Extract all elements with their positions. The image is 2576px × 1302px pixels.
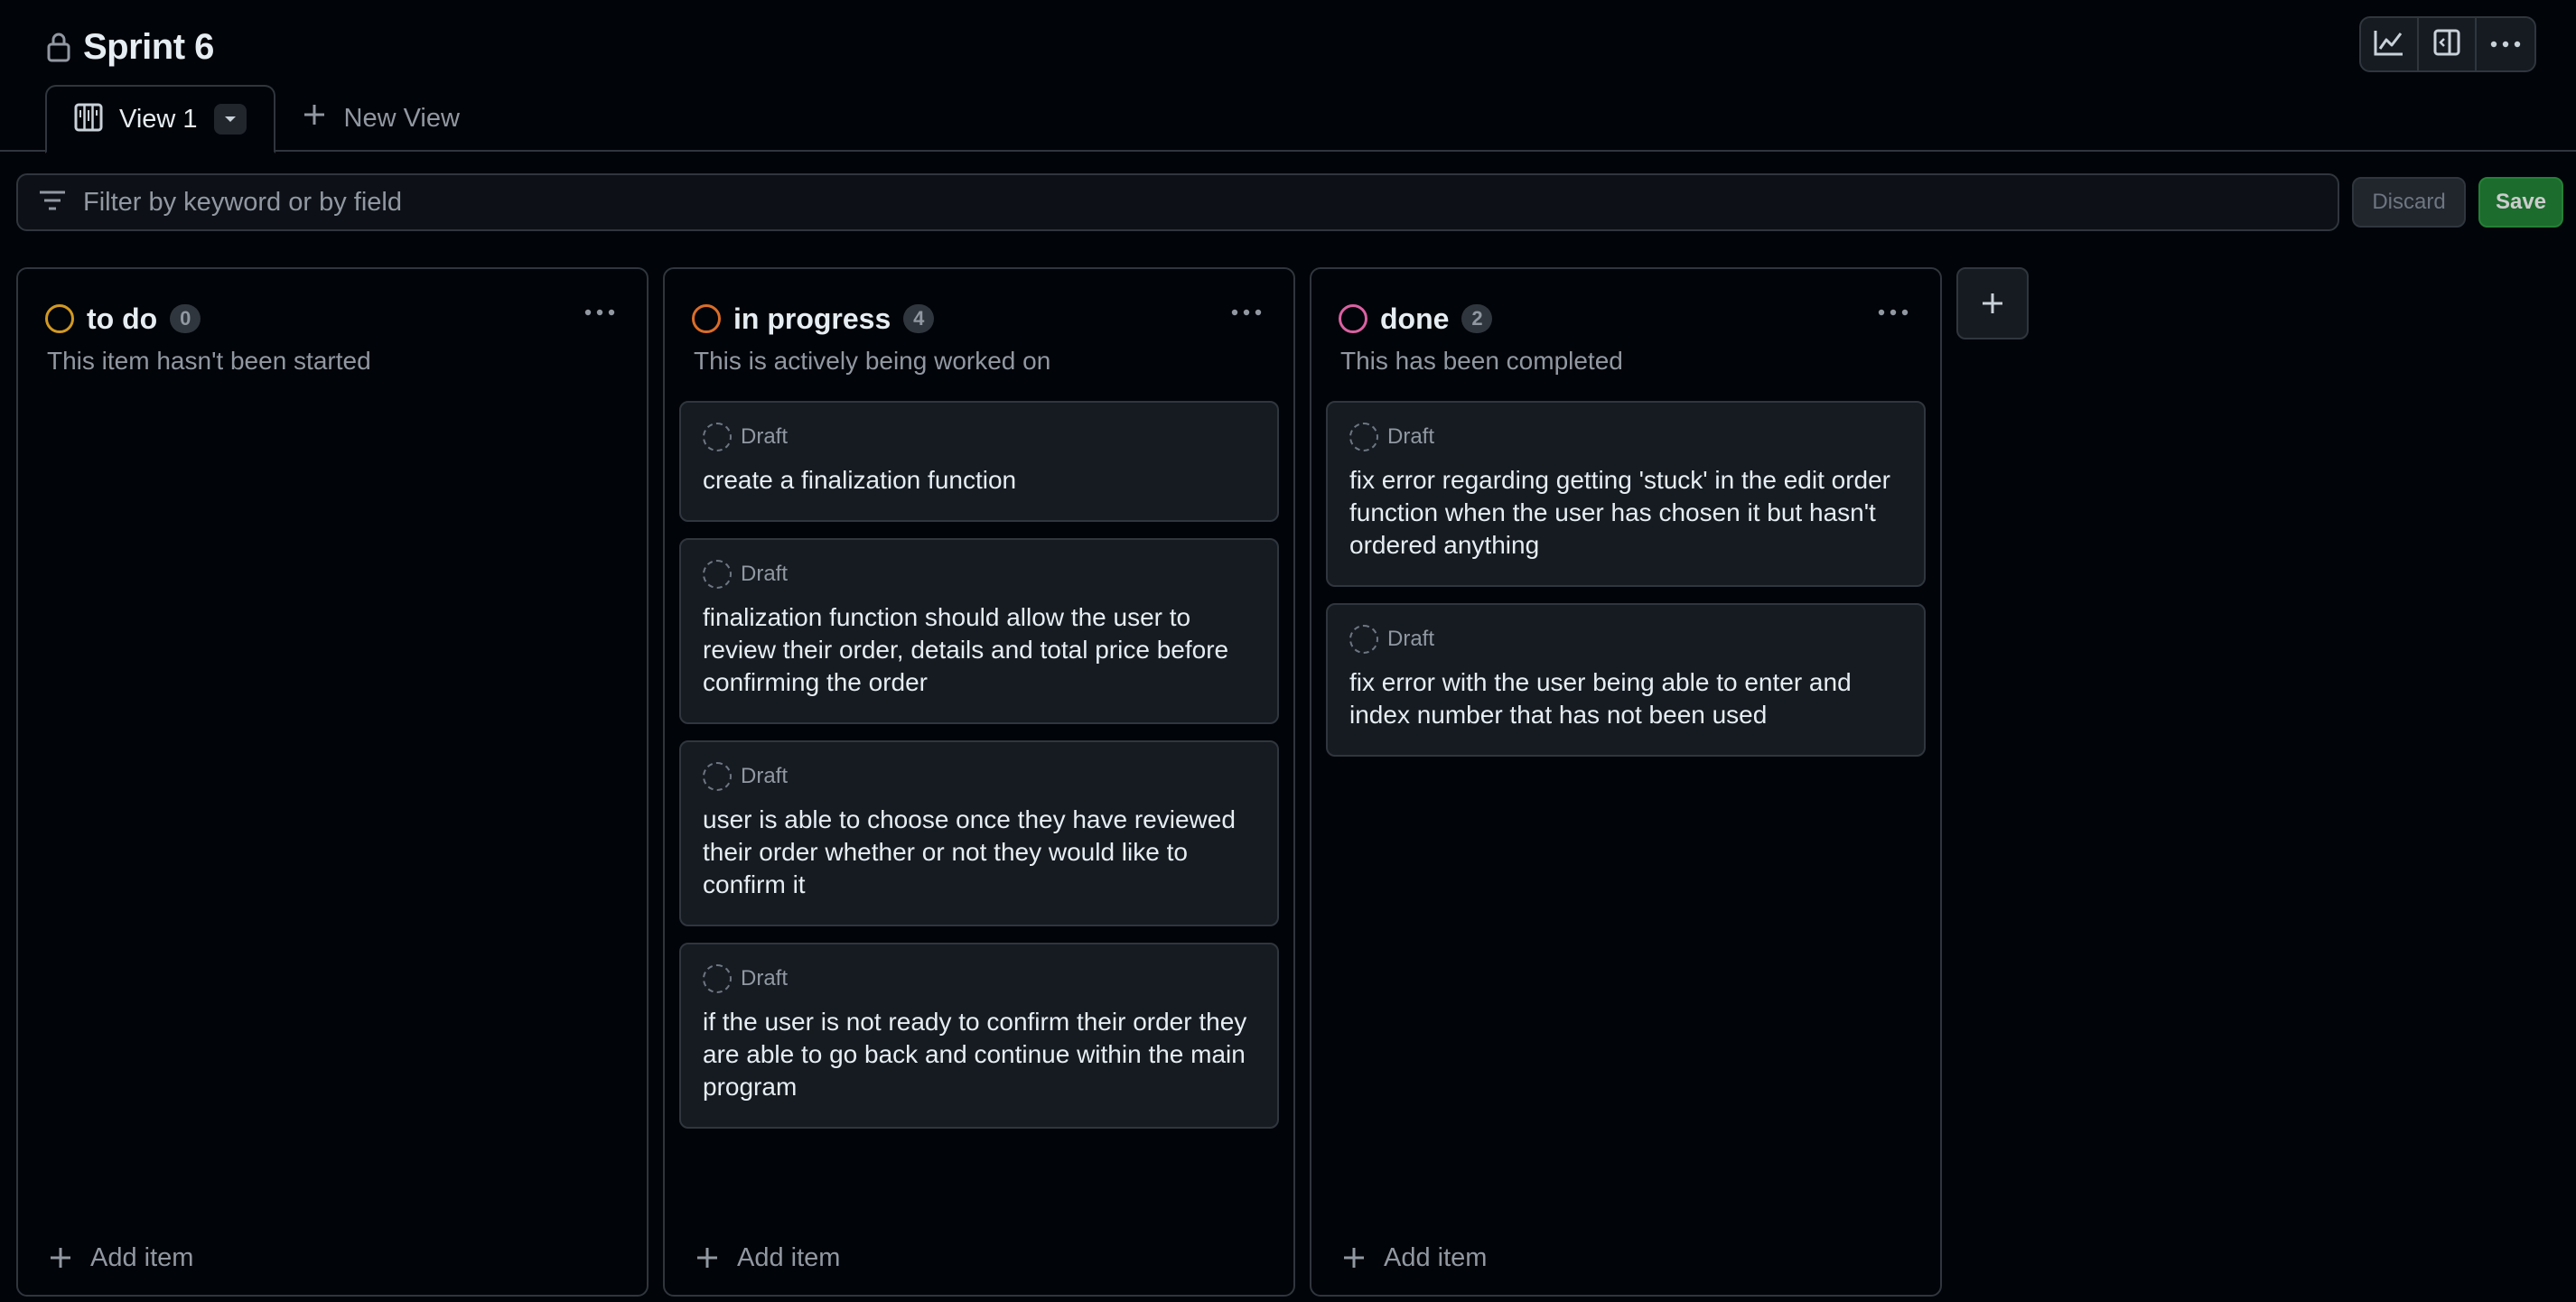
card-meta: Draft [703,964,1255,993]
column-header: to do 0 [45,296,620,341]
card-list: Draft create a finalization function Dra… [679,401,1279,1129]
column-menu-button[interactable] [1225,302,1268,323]
caret-down-icon [224,116,236,122]
graph-icon [2374,29,2404,60]
column-description: This is actively being worked on [694,347,1051,375]
draft-issue-icon [1349,625,1378,654]
plus-icon [1344,1248,1364,1268]
status-circle-icon [692,304,721,333]
draft-card[interactable]: Draft fix error regarding getting 'stuck… [1326,401,1926,587]
column-done: done 2 This has been completed Draft fix… [1310,267,1942,1297]
card-title: finalization function should allow the u… [703,603,1229,696]
column-to-do: to do 0 This item hasn't been started Ad… [16,267,649,1297]
add-item-button[interactable]: Add item [1342,1233,1487,1282]
plus-icon [51,1248,70,1268]
plus-icon [303,103,326,134]
status-circle-icon [1339,304,1367,333]
more-options-button[interactable] [2477,18,2534,70]
draft-label: Draft [1387,627,1435,651]
card-meta: Draft [1349,625,1902,654]
column-name: in progress [733,302,891,335]
draft-card[interactable]: Draft fix error with the user being able… [1326,603,1926,757]
card-title: fix error regarding getting 'stuck' in t… [1349,466,1890,559]
new-view-label: New View [343,103,460,133]
count-badge: 2 [1461,304,1493,333]
column-description: This has been completed [1340,347,1623,375]
draft-label: Draft [741,424,789,449]
board-layout-icon [74,103,103,136]
column-in-progress: in progress 4 This is actively being wor… [663,267,1295,1297]
draft-label: Draft [741,562,789,586]
draft-issue-icon [1349,423,1378,451]
draft-card[interactable]: Draft if the user is not ready to confir… [679,943,1279,1129]
draft-label: Draft [741,966,789,990]
kebab-horizontal-icon [1878,309,1909,316]
count-badge: 0 [170,304,201,333]
draft-card[interactable]: Draft user is able to choose once they h… [679,740,1279,926]
card-meta: Draft [703,560,1255,589]
add-item-button[interactable]: Add item [695,1233,840,1282]
tab-view-1-label: View 1 [119,104,198,134]
draft-label: Draft [741,764,789,788]
add-item-label: Add item [737,1242,841,1272]
draft-card[interactable]: Draft create a finalization function [679,401,1279,522]
tab-view-1[interactable]: View 1 [45,85,275,153]
draft-issue-icon [703,964,732,993]
sidebar-expand-icon [2433,29,2460,60]
status-circle-icon [45,304,74,333]
column-header: done 2 [1339,296,1913,341]
draft-label: Draft [1387,424,1435,449]
lock-icon [45,32,72,62]
draft-issue-icon [703,560,732,589]
add-column-button[interactable] [1956,267,2029,339]
new-view-button[interactable]: New View [275,85,460,152]
column-description: This item hasn't been started [47,347,371,375]
draft-issue-icon [703,423,732,451]
side-panel-button[interactable] [2419,18,2477,70]
column-header: in progress 4 [692,296,1266,341]
count-badge: 4 [903,304,935,333]
insights-button[interactable] [2361,18,2419,70]
plus-icon [1983,293,2002,313]
save-button[interactable]: Save [2478,177,2563,228]
discard-button[interactable]: Discard [2352,177,2466,228]
filter-placeholder: Filter by keyword or by field [83,187,402,217]
plus-icon [697,1248,717,1268]
view-tabs: View 1 New View [45,85,460,153]
kebab-horizontal-icon [2490,36,2521,52]
add-item-label: Add item [90,1242,194,1272]
card-meta: Draft [703,423,1255,451]
column-menu-button[interactable] [578,302,621,323]
card-meta: Draft [1349,423,1902,451]
card-meta: Draft [703,762,1255,791]
add-item-button[interactable]: Add item [49,1233,193,1282]
filter-input[interactable]: Filter by keyword or by field [16,173,2339,231]
card-title: if the user is not ready to confirm thei… [703,1008,1247,1101]
title-row: Sprint 6 [45,22,214,72]
kebab-horizontal-icon [1231,309,1262,316]
card-title: fix error with the user being able to en… [1349,668,1852,729]
draft-issue-icon [703,762,732,791]
column-name: done [1380,302,1450,335]
page-title: Sprint 6 [83,26,214,67]
filter-icon [38,189,67,217]
card-title: create a finalization function [703,466,1017,494]
header-toolbar [2359,16,2536,72]
project-header: Sprint 6 View 1 New View [0,0,2576,153]
column-menu-button[interactable] [1871,302,1915,323]
view-options-dropdown[interactable] [213,104,247,135]
card-title: user is able to choose once they have re… [703,805,1236,898]
add-item-label: Add item [1384,1242,1488,1272]
column-name: to do [87,302,158,335]
draft-card[interactable]: Draft finalization function should allow… [679,538,1279,724]
kebab-horizontal-icon [584,309,615,316]
card-list: Draft fix error regarding getting 'stuck… [1326,401,1926,757]
